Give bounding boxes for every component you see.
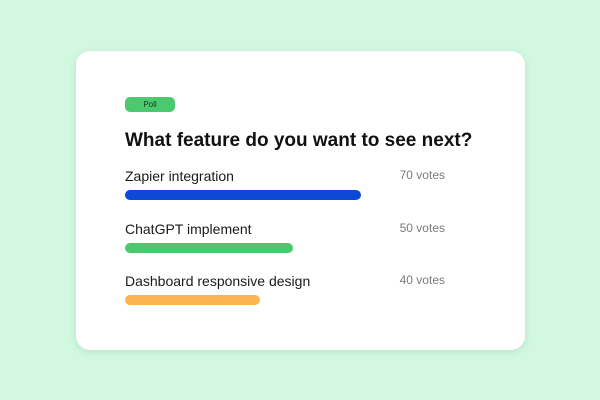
poll-option-zapier[interactable]: Zapier integration 70 votes — [125, 168, 445, 208]
poll-option-chatgpt[interactable]: ChatGPT implement 50 votes — [125, 221, 445, 261]
poll-option-dashboard[interactable]: Dashboard responsive design 40 votes — [125, 273, 445, 313]
option-bar-fill — [125, 295, 260, 305]
option-label: Zapier integration — [125, 168, 234, 184]
option-votes: 40 votes — [399, 273, 445, 287]
option-bar-fill — [125, 190, 361, 200]
option-bar-fill — [125, 243, 294, 253]
poll-card: Poll What feature do you want to see nex… — [76, 51, 525, 350]
poll-question: What feature do you want to see next? — [125, 130, 473, 151]
option-votes: 70 votes — [399, 168, 445, 182]
option-label: ChatGPT implement — [125, 221, 252, 237]
option-bar-track — [125, 295, 445, 305]
poll-badge: Poll — [125, 97, 175, 112]
option-label: Dashboard responsive design — [125, 273, 311, 289]
option-bar-track — [125, 190, 445, 200]
option-bar-track — [125, 243, 445, 253]
option-votes: 50 votes — [399, 221, 445, 235]
